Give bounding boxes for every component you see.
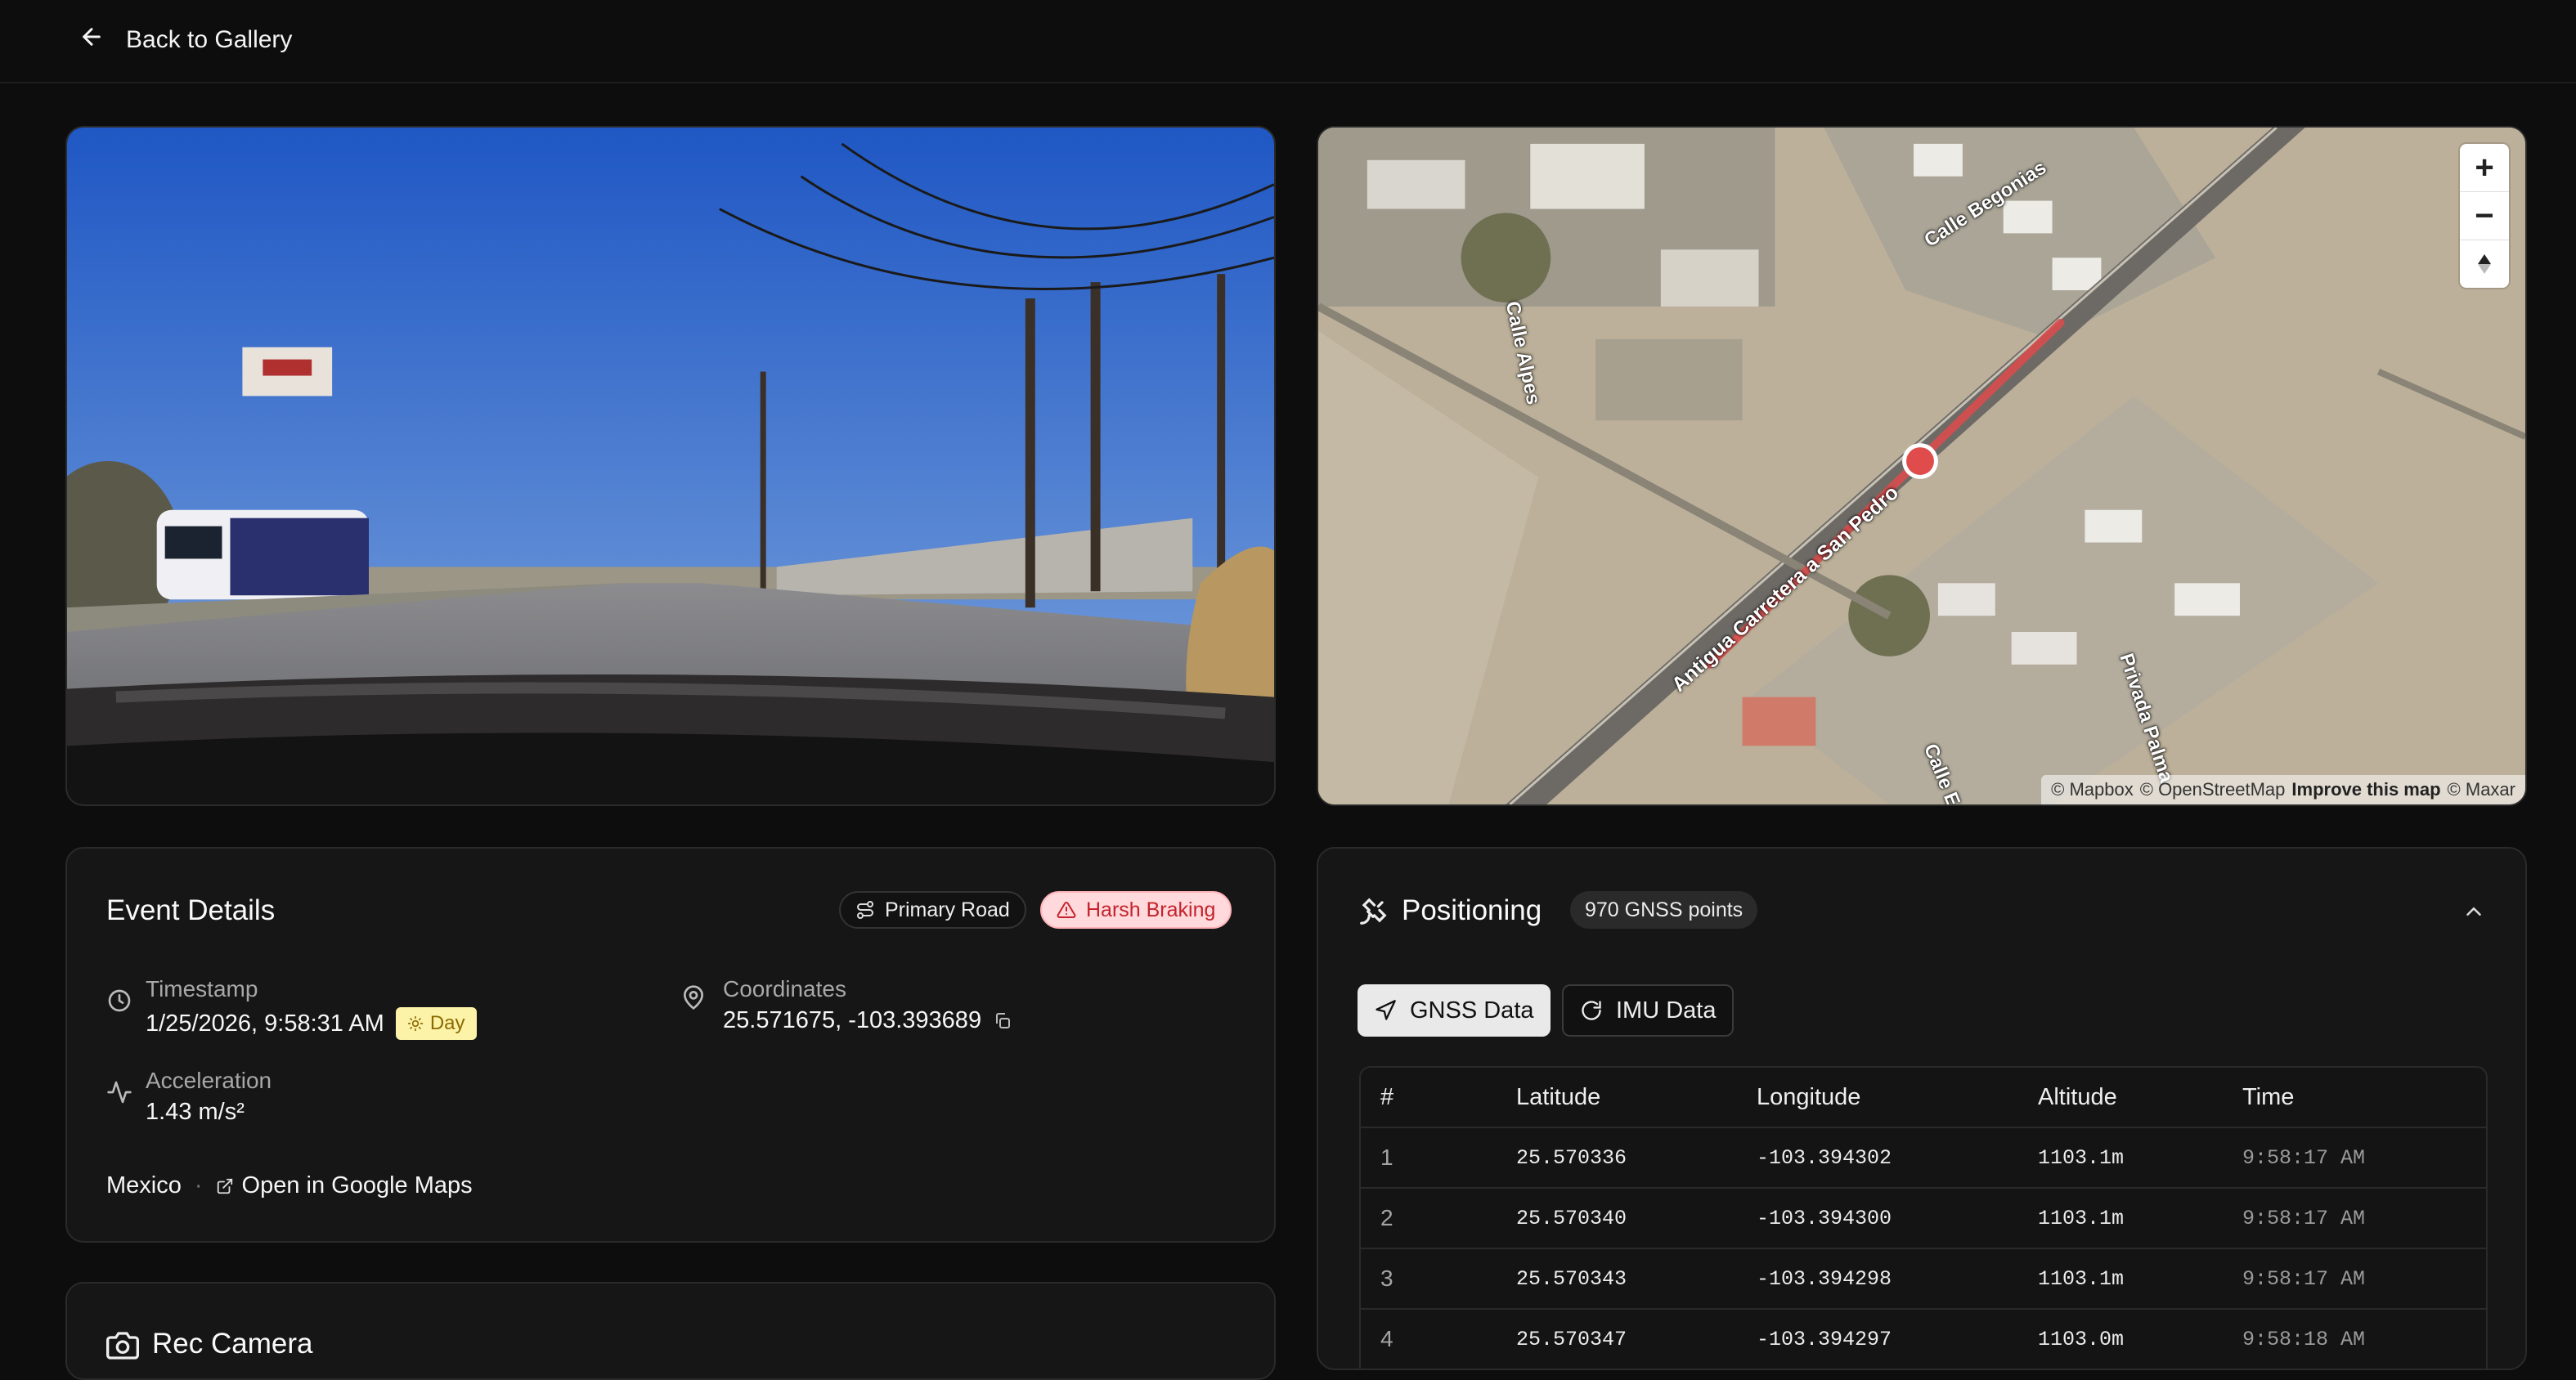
col-altitude[interactable]: Altitude (2038, 1068, 2117, 1127)
timestamp-label: Timestamp (146, 976, 258, 1001)
chevron-up-icon[interactable] (2462, 899, 2486, 924)
rotate-icon (1582, 1001, 1601, 1020)
camera-icon (106, 1332, 139, 1360)
cell-latitude: 25.570343 (1516, 1266, 1627, 1291)
tab-imu-label: IMU Data (1616, 997, 1717, 1024)
col-longitude[interactable]: Longitude (1757, 1068, 1860, 1127)
copy-icon[interactable] (993, 1011, 1012, 1031)
cell-time: 9:58:17 AM (2242, 1145, 2366, 1170)
satellite-map (1318, 128, 2525, 804)
location-row: Mexico · Open in Google Maps (106, 1172, 473, 1199)
gnss-count-chip: 970 GNSS points (1570, 891, 1758, 929)
open-google-maps-link[interactable]: Open in Google Maps (216, 1172, 473, 1199)
cell-latitude: 25.570340 (1516, 1206, 1627, 1230)
coordinates-value: 25.571675, -103.393689 (723, 1007, 982, 1033)
cell-index: 1 (1380, 1145, 1393, 1170)
road-type-label: Primary Road (885, 898, 1010, 921)
country-label: Mexico (106, 1172, 182, 1199)
table-row[interactable]: 4 25.570347 -103.394297 1103.0m 9:58:18 … (1361, 1310, 2486, 1369)
acceleration-value: 1.43 m/s² (146, 1099, 245, 1125)
cell-latitude: 25.570347 (1516, 1327, 1627, 1351)
clock-icon (108, 989, 131, 1012)
navigation-arrow-icon (1376, 1000, 1396, 1020)
attribution-osm[interactable]: © OpenStreetMap (2140, 779, 2286, 800)
event-details-card: Event Details Primary Road Harsh Braking… (65, 847, 1276, 1243)
cell-index: 4 (1380, 1326, 1393, 1351)
route-icon (857, 901, 873, 919)
cell-time: 9:58:17 AM (2242, 1206, 2366, 1230)
cell-time: 9:58:17 AM (2242, 1266, 2366, 1291)
arrow-left-icon (79, 24, 105, 56)
table-header-row: # Latitude Longitude Altitude Time (1361, 1068, 2486, 1128)
zoom-in-button[interactable]: + (2460, 144, 2509, 192)
compass-button[interactable] (2460, 240, 2509, 288)
map-view[interactable]: Calle Begonias Calle Alpes Antigua Carre… (1317, 126, 2527, 806)
tab-gnss-data[interactable]: GNSS Data (1358, 984, 1551, 1037)
table-row[interactable]: 1 25.570336 -103.394302 1103.1m 9:58:17 … (1361, 1128, 2486, 1189)
satellite-icon (1360, 898, 1387, 925)
cell-longitude: -103.394297 (1757, 1327, 1892, 1351)
tab-imu-data[interactable]: IMU Data (1562, 984, 1735, 1037)
tab-gnss-label: GNSS Data (1410, 997, 1534, 1024)
col-latitude[interactable]: Latitude (1516, 1068, 1600, 1127)
event-type-badge: Harsh Braking (1040, 891, 1232, 929)
cell-altitude: 1103.1m (2038, 1206, 2125, 1230)
activity-icon (107, 1081, 132, 1104)
cell-longitude: -103.394300 (1757, 1206, 1892, 1230)
top-bar: Back to Gallery (0, 0, 2576, 83)
map-pin-icon (683, 985, 704, 1010)
timestamp-value: 1/25/2026, 9:58:31 AM (146, 1010, 384, 1037)
col-time[interactable]: Time (2242, 1068, 2294, 1127)
map-zoom-controls: + − (2460, 144, 2509, 288)
coordinates-label: Coordinates (723, 976, 846, 1001)
cell-altitude: 1103.1m (2038, 1145, 2125, 1170)
cell-longitude: -103.394298 (1757, 1266, 1892, 1291)
road-type-badge: Primary Road (839, 891, 1026, 929)
attribution-maxar[interactable]: © Maxar (2448, 779, 2515, 800)
back-to-gallery-button[interactable]: Back to Gallery (79, 21, 292, 59)
cell-latitude: 25.570336 (1516, 1145, 1627, 1170)
map-attribution: © Mapbox © OpenStreetMap Improve this ma… (2041, 775, 2525, 804)
event-type-label: Harsh Braking (1086, 898, 1216, 921)
compass-icon (2478, 254, 2491, 274)
zoom-out-button[interactable]: − (2460, 192, 2509, 240)
dashcam-image (67, 128, 1274, 804)
cell-index: 3 (1380, 1266, 1393, 1291)
attribution-mapbox[interactable]: © Mapbox (2051, 779, 2134, 800)
acceleration-label: Acceleration (146, 1068, 272, 1093)
cell-longitude: -103.394302 (1757, 1145, 1892, 1170)
back-to-gallery-label: Back to Gallery (126, 26, 293, 53)
day-chip: Day (395, 1007, 477, 1040)
timestamp-value-row: 1/25/2026, 9:58:31 AM Day (146, 1007, 477, 1040)
sun-icon (407, 1015, 424, 1032)
warning-triangle-icon (1057, 901, 1076, 918)
table-row[interactable]: 3 25.570343 -103.394298 1103.1m 9:58:17 … (1361, 1249, 2486, 1310)
cell-time: 9:58:18 AM (2242, 1327, 2366, 1351)
positioning-title: Positioning (1402, 894, 1542, 926)
table-row[interactable]: 2 25.570340 -103.394300 1103.1m 9:58:17 … (1361, 1189, 2486, 1249)
external-link-icon (217, 1178, 232, 1194)
day-label: Day (429, 1012, 465, 1034)
dashcam-video-frame[interactable] (65, 126, 1276, 806)
event-details-title: Event Details (106, 894, 276, 926)
cell-index: 2 (1380, 1205, 1393, 1230)
cell-altitude: 1103.1m (2038, 1266, 2125, 1291)
positioning-card: Positioning 970 GNSS points GNSS Data IM… (1317, 847, 2527, 1370)
rec-camera-title: Rec Camera (152, 1328, 313, 1360)
coordinates-value-row: 25.571675, -103.393689 (723, 1007, 1012, 1034)
rec-camera-card: Rec Camera (65, 1282, 1276, 1380)
open-google-maps-label: Open in Google Maps (241, 1172, 473, 1199)
location-separator: · (194, 1172, 203, 1199)
gnss-table: # Latitude Longitude Altitude Time 1 25.… (1359, 1066, 2488, 1369)
cell-altitude: 1103.0m (2038, 1327, 2125, 1351)
col-index[interactable]: # (1380, 1068, 1393, 1127)
improve-map-link[interactable]: Improve this map (2291, 779, 2440, 800)
